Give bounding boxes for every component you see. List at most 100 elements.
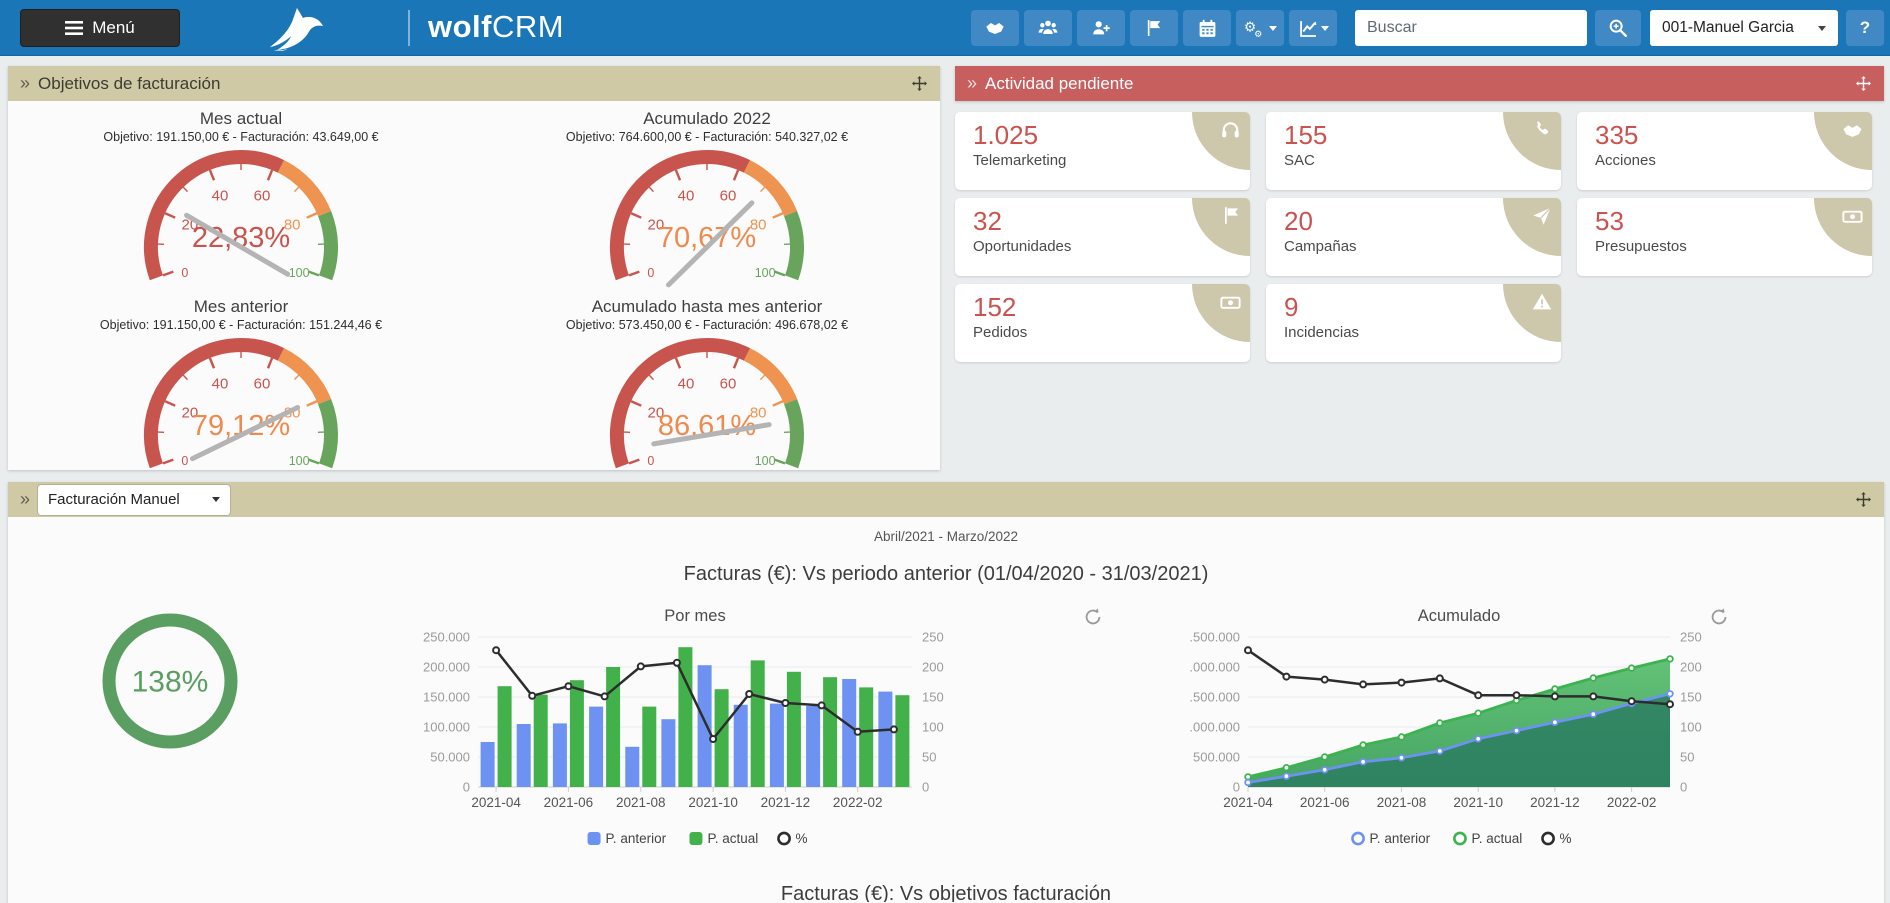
svg-text:0: 0 [922,780,929,795]
move-panel-handle[interactable] [1855,75,1872,92]
menu-label: Menú [92,18,135,38]
move-icon [1855,75,1872,92]
chart-line-icon [1298,18,1319,39]
svg-text:100: 100 [755,454,776,468]
gauge-title: Mes anterior [8,297,474,317]
analytics-button[interactable] [1289,10,1337,46]
hamburger-icon [65,21,83,35]
help-button[interactable]: ? [1846,10,1884,46]
svg-text:2.500.000: 2.500.000 [1190,630,1240,645]
gauge-acumulado-2022: Acumulado 2022 Objetivo: 764.600,00 € - … [474,109,940,297]
svg-text:60: 60 [254,187,271,204]
campaigns-button[interactable] [1130,10,1178,46]
svg-text:0: 0 [1233,780,1240,795]
gauge-subtitle: Objetivo: 764.600,00 € - Facturación: 54… [474,130,940,144]
svg-text:100: 100 [755,266,776,280]
svg-text:2021-12: 2021-12 [761,795,811,810]
facturacion-panel: » Facturación Manuel Abril/2021 - Marzo/… [8,482,1884,903]
gauge-chart: 20406080010070,67% [587,144,827,292]
facturacion-panel-body: Abril/2021 - Marzo/2022 Facturas (€): Vs… [8,517,1884,902]
actividad-panel-title: Actividad pendiente [985,74,1133,94]
phone-icon [1531,119,1553,146]
svg-text:P. anterior: P. anterior [606,831,667,846]
users-icon [1037,17,1059,39]
section-title: Facturas (€): Vs periodo anterior (01/04… [8,563,1884,586]
svg-text:250: 250 [922,630,944,645]
calendar-button[interactable] [1183,10,1231,46]
search-input[interactable] [1355,10,1587,46]
move-panel-handle[interactable] [1855,491,1872,508]
move-icon [911,75,928,92]
card-telemarketing[interactable]: 1.025 Telemarketing [955,112,1250,190]
svg-text:0: 0 [647,454,654,468]
area-chart-acumulado: Acumulado00500.000501.000.0001001.500.00… [1190,599,1750,867]
handshake-icon [1841,119,1864,147]
users-button[interactable] [1024,10,1072,46]
refresh-button[interactable] [1082,606,1104,628]
dashboard-selector-value: Facturación Manuel [48,491,180,508]
settings-button[interactable]: ⚙⚙ [1236,10,1284,46]
logo-separator [408,10,410,46]
svg-text:200: 200 [922,660,944,675]
gauge-title: Acumulado 2022 [474,109,940,129]
add-client-button[interactable] [1077,10,1125,46]
top-navigation-bar: Menú wolfCRM ⚙⚙ [0,0,1890,56]
svg-text:2021-08: 2021-08 [616,795,666,810]
card-campanas[interactable]: 20 Campañas [1266,198,1561,276]
card-incidencias[interactable]: 9 Incidencias [1266,284,1561,362]
refresh-button[interactable] [1708,606,1730,628]
objetivos-panel-title: Objetivos de facturación [38,74,220,94]
user-selector[interactable]: 001-Manuel Garcia [1650,10,1838,46]
svg-text:P. actual: P. actual [1471,831,1522,846]
card-presupuestos[interactable]: 53 Presupuestos [1577,198,1872,276]
svg-text:1.000.000: 1.000.000 [1190,720,1240,735]
objetivos-panel: » Objetivos de facturación Mes actual Ob… [8,66,940,470]
chevron-icon: » [967,73,977,94]
card-oportunidades[interactable]: 32 Oportunidades [955,198,1250,276]
chevron-icon: » [20,73,30,94]
gauge-mes-actual: Mes actual Objetivo: 191.150,00 € - Fact… [8,109,474,297]
wolf-logo-icon[interactable] [258,5,390,56]
menu-button[interactable]: Menú [20,9,180,47]
gauge-chart: 20406080010086,61% [587,332,827,480]
card-label: SAC [1284,152,1561,169]
svg-text:Acumulado: Acumulado [1418,607,1501,625]
card-pedidos[interactable]: 152 Pedidos [955,284,1250,362]
move-panel-handle[interactable] [911,75,928,92]
calendar-icon [1197,18,1218,39]
svg-text:2021-10: 2021-10 [688,795,738,810]
svg-text:100.000: 100.000 [423,720,470,735]
svg-text:2.000.000: 2.000.000 [1190,660,1240,675]
card-label: Acciones [1595,152,1872,169]
svg-text:P. actual: P. actual [707,831,758,846]
svg-text:150.000: 150.000 [423,690,470,705]
svg-text:2021-04: 2021-04 [1223,795,1273,810]
flag-icon [1221,205,1242,231]
svg-text:50.000: 50.000 [430,750,470,765]
money-icon [1219,291,1242,319]
svg-text:100: 100 [289,266,310,280]
card-label: Campañas [1284,238,1561,255]
svg-text:250.000: 250.000 [423,630,470,645]
brand-wolf: wolf [428,9,492,44]
svg-text:0: 0 [1680,780,1687,795]
svg-text:%: % [796,831,808,846]
card-acciones[interactable]: 335 Acciones [1577,112,1872,190]
card-sac[interactable]: 155 SAC [1266,112,1561,190]
search-button[interactable] [1595,10,1641,46]
svg-text:40: 40 [678,375,695,392]
gauge-subtitle: Objetivo: 573.450,00 € - Facturación: 49… [474,318,940,332]
svg-text:0: 0 [181,454,188,468]
dashboard-selector[interactable]: Facturación Manuel [38,485,230,515]
user-selector-value: 001-Manuel Garcia [1662,19,1794,37]
svg-text:2021-10: 2021-10 [1453,795,1503,810]
money-icon [1841,205,1864,233]
handshake-button[interactable] [971,10,1019,46]
card-label: Presupuestos [1595,238,1872,255]
period-label: Abril/2021 - Marzo/2022 [8,529,1884,544]
brand-text: wolfCRM [428,9,564,45]
caret-down-icon [1269,26,1277,31]
svg-text:2021-04: 2021-04 [471,795,521,810]
actividad-panel-header: » Actividad pendiente [955,66,1884,101]
gauges-grid: Mes actual Objetivo: 191.150,00 € - Fact… [8,101,940,485]
